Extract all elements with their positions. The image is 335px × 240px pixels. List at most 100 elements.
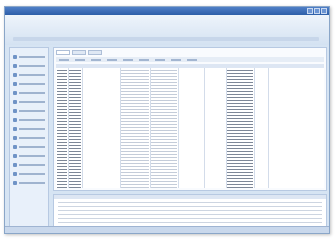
table-cell <box>121 79 149 80</box>
grid-column <box>178 64 205 188</box>
sidebar-item[interactable] <box>13 53 45 61</box>
column-header[interactable] <box>254 64 268 68</box>
table-cell <box>69 160 81 161</box>
table-cell <box>227 157 253 158</box>
table-cell <box>227 100 253 101</box>
table-cell <box>227 130 253 131</box>
table-cell <box>227 73 253 74</box>
table-cell <box>69 106 81 107</box>
table-cell <box>121 130 149 131</box>
table-cell <box>151 157 177 158</box>
table-cell <box>69 115 81 116</box>
column-header[interactable] <box>268 64 324 68</box>
toolbar-item[interactable] <box>123 58 133 61</box>
table-cell <box>69 142 81 143</box>
grid-toolbar <box>56 57 324 62</box>
table-cell <box>151 172 177 173</box>
nav-icon <box>13 91 17 95</box>
table-cell <box>227 115 253 116</box>
table-cell <box>227 136 253 137</box>
sidebar-item[interactable] <box>13 179 45 187</box>
table-cell <box>227 175 253 176</box>
sidebar-item[interactable] <box>13 98 45 106</box>
table-cell <box>151 94 177 95</box>
table-cell <box>121 106 149 107</box>
table-cell <box>151 184 177 185</box>
table-cell <box>57 85 67 86</box>
title-bar <box>5 7 329 15</box>
sidebar-item[interactable] <box>13 89 45 97</box>
table-cell <box>227 82 253 83</box>
column-header[interactable] <box>150 64 178 68</box>
table-cell <box>121 94 149 95</box>
sidebar-item-label <box>19 92 45 94</box>
table-cell <box>69 166 81 167</box>
table-cell <box>121 178 149 179</box>
column-header[interactable] <box>68 64 82 68</box>
status-bar <box>5 226 329 233</box>
grid-column <box>226 64 255 188</box>
tab[interactable] <box>56 50 70 55</box>
column-header[interactable] <box>120 64 150 68</box>
table-cell <box>69 136 81 137</box>
column-header[interactable] <box>82 64 120 68</box>
toolbar-item[interactable] <box>91 58 101 61</box>
table-cell <box>69 79 81 80</box>
close-icon[interactable] <box>321 8 327 14</box>
table-cell <box>151 127 177 128</box>
sidebar-item[interactable] <box>13 71 45 79</box>
window-controls <box>307 8 327 14</box>
toolbar-item[interactable] <box>171 58 181 61</box>
sidebar-item-label <box>19 65 45 67</box>
sidebar-item[interactable] <box>13 62 45 70</box>
nav-icon <box>13 109 17 113</box>
nav-icon <box>13 118 17 122</box>
sidebar-item[interactable] <box>13 143 45 151</box>
table-cell <box>57 100 67 101</box>
column-header[interactable] <box>226 64 254 68</box>
toolbar-item[interactable] <box>155 58 165 61</box>
table-cell <box>227 88 253 89</box>
sidebar-item-label <box>19 164 45 166</box>
sidebar-item[interactable] <box>13 134 45 142</box>
toolbar-item[interactable] <box>139 58 149 61</box>
tab[interactable] <box>72 50 86 55</box>
sidebar-item[interactable] <box>13 161 45 169</box>
toolbar-item[interactable] <box>59 58 69 61</box>
minimize-icon[interactable] <box>307 8 313 14</box>
grid-column <box>268 64 324 188</box>
data-grid[interactable] <box>56 64 324 188</box>
table-cell <box>121 181 149 182</box>
table-cell <box>69 103 81 104</box>
tab[interactable] <box>88 50 102 55</box>
table-cell <box>57 166 67 167</box>
nav-icon <box>13 181 17 185</box>
table-cell <box>227 145 253 146</box>
toolbar-item[interactable] <box>187 58 197 61</box>
sidebar-item[interactable] <box>13 116 45 124</box>
table-cell <box>69 112 81 113</box>
table-cell <box>151 130 177 131</box>
table-cell <box>227 124 253 125</box>
table-cell <box>57 169 67 170</box>
table-cell <box>121 139 149 140</box>
sidebar-item[interactable] <box>13 170 45 178</box>
sidebar-item[interactable] <box>13 80 45 88</box>
table-cell <box>151 76 177 77</box>
column-header[interactable] <box>204 64 226 68</box>
column-header[interactable] <box>56 64 68 68</box>
table-cell <box>151 79 177 80</box>
table-cell <box>151 70 177 71</box>
sidebar-item[interactable] <box>13 107 45 115</box>
table-cell <box>57 172 67 173</box>
table-cell <box>151 124 177 125</box>
table-cell <box>121 73 149 74</box>
toolbar-item[interactable] <box>75 58 85 61</box>
sidebar-item[interactable] <box>13 152 45 160</box>
maximize-icon[interactable] <box>314 8 320 14</box>
column-header[interactable] <box>178 64 204 68</box>
table-cell <box>151 118 177 119</box>
toolbar-item[interactable] <box>107 58 117 61</box>
sidebar-item[interactable] <box>13 125 45 133</box>
table-cell <box>121 76 149 77</box>
